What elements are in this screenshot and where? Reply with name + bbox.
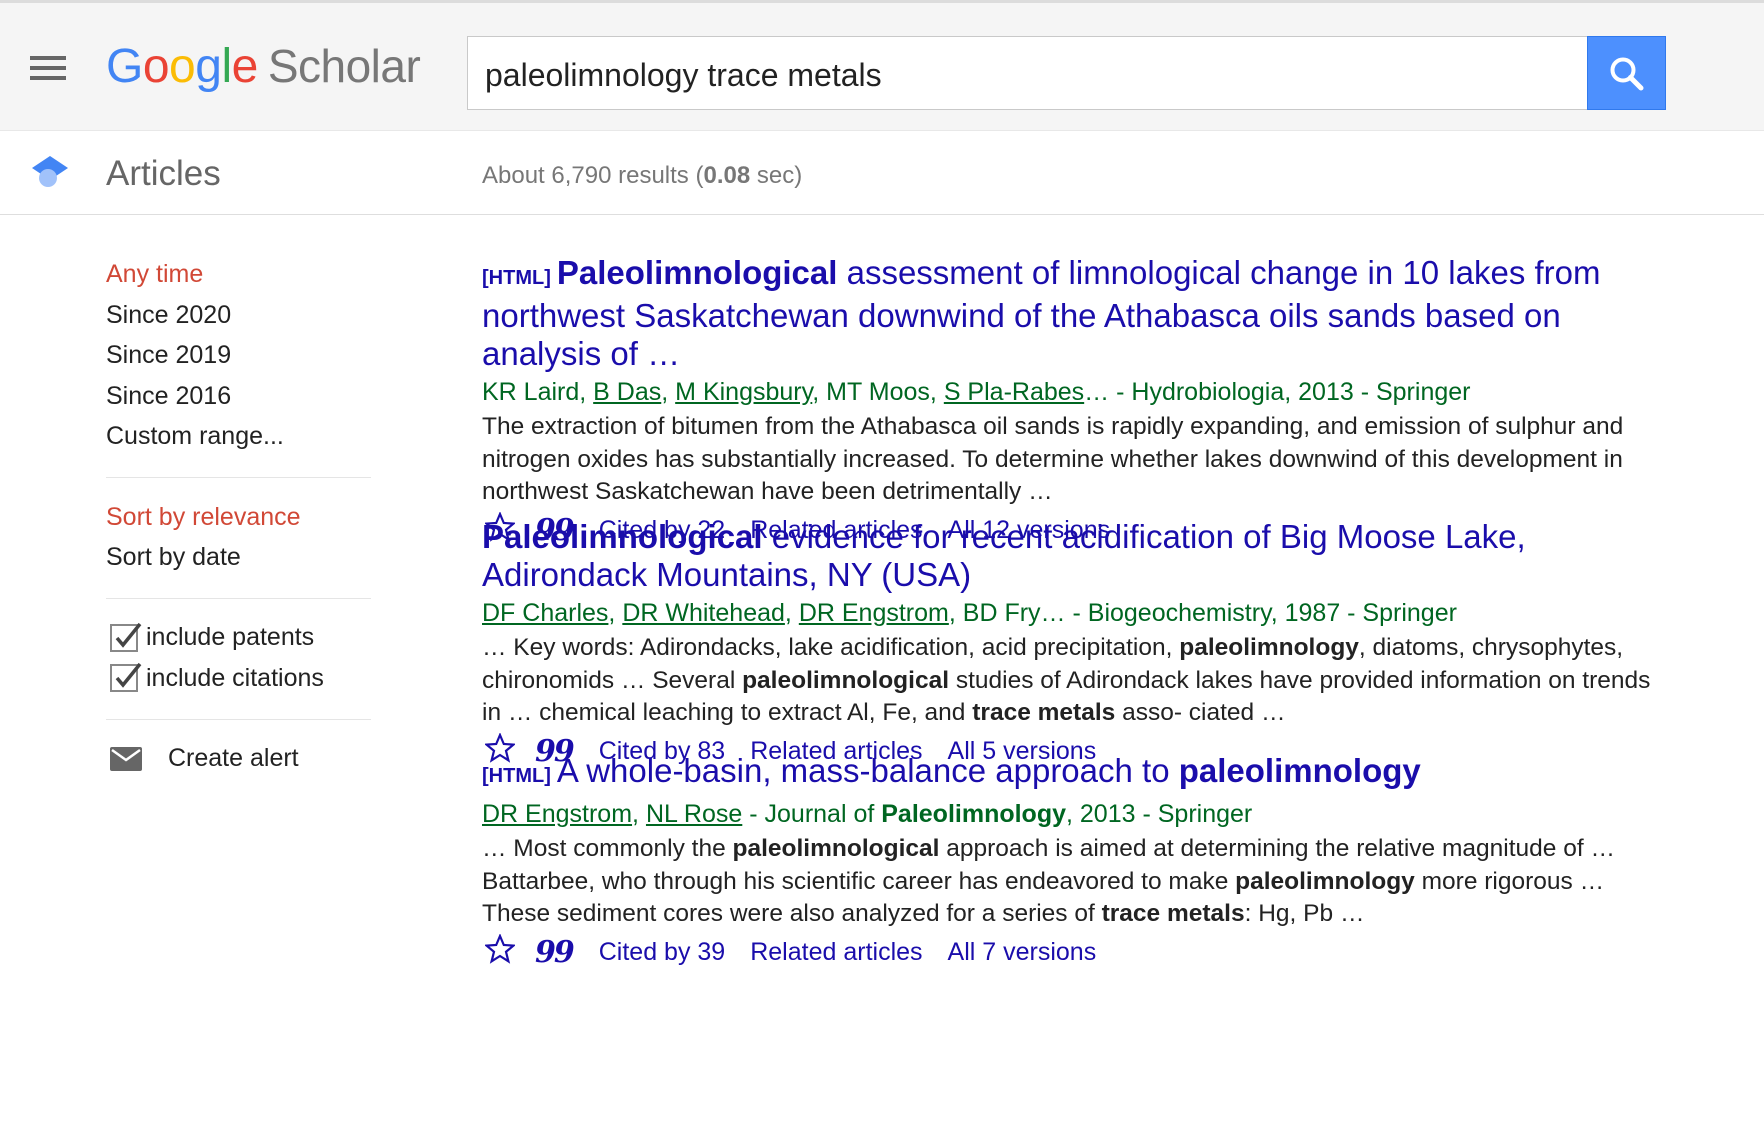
header-bar: Google Scholar paleolimnology trace metal…: [0, 3, 1764, 131]
result-authors-source: DF Charles, DR Whitehead, DR Engstrom, B…: [482, 599, 1457, 627]
result-snippet: … Key words: Adirondacks, lake acidifica…: [482, 632, 1662, 730]
result-title-link[interactable]: [HTML] Paleolimnological assessment of li…: [482, 254, 1662, 373]
result-title-link[interactable]: Paleolimnological evidence for recent ac…: [482, 518, 1662, 594]
filter-since-2020[interactable]: Since 2020: [106, 295, 371, 336]
author-link[interactable]: DR Engstrom: [799, 599, 949, 627]
snippet-text: asso- ciated …: [1115, 699, 1286, 726]
stats-prefix: About 6,790 results (: [482, 162, 704, 189]
format-tag: [HTML]: [482, 765, 551, 787]
logo-scholar-word: Scholar: [267, 40, 421, 92]
source-text: - Journal of: [742, 800, 882, 828]
result-authors-source: KR Laird, B Das, M Kingsbury, MT Moos, S…: [482, 378, 1471, 406]
hamburger-menu-icon[interactable]: [28, 53, 68, 83]
cite-quote-icon[interactable]: 99: [535, 935, 575, 970]
create-alert-label: Create alert: [168, 744, 299, 772]
snippet-text: … Most commonly the: [482, 835, 733, 862]
save-star-icon[interactable]: [483, 933, 517, 971]
snippet-highlight: paleolimnological: [732, 835, 940, 862]
snippet-highlight: paleolimnology: [1235, 867, 1415, 895]
stats-time: 0.08: [703, 162, 751, 189]
filter-sidebar: Any time Since 2020 Since 2019 Since 201…: [106, 254, 371, 779]
title-highlight: Paleolimnological: [482, 518, 763, 555]
source-text: … - Hydrobiologia, 2013 - Springer: [1084, 378, 1471, 406]
result-snippet: … Most commonly the paleolimnological ap…: [482, 833, 1662, 931]
snippet-highlight: trace metals: [972, 699, 1116, 726]
search-icon: [1610, 57, 1644, 91]
filter-custom-range[interactable]: Custom range...: [106, 416, 371, 457]
sub-header: Articles About 6,790 results (0.08 sec): [0, 132, 1764, 215]
result-authors-source: DR Engstrom, NL Rose - Journal of Paleol…: [482, 800, 1253, 828]
snippet-text: : Hg, Pb …: [1244, 900, 1365, 927]
divider: [106, 476, 371, 478]
stats-suffix: sec): [750, 162, 803, 189]
checkbox-checked-icon[interactable]: [110, 663, 142, 693]
logo-letter: l: [221, 40, 232, 93]
search-button[interactable]: [1587, 36, 1666, 110]
source-text: … - Biogeochemistry, 1987 - Springer: [1040, 599, 1457, 627]
checkbox-checked-icon[interactable]: [110, 622, 142, 652]
author-name: BD Fry: [962, 599, 1041, 627]
author-name: KR Laird: [482, 378, 580, 406]
section-label: Articles: [106, 154, 221, 193]
snippet-highlight: paleolimnology: [1179, 634, 1359, 661]
logo-letter: o: [142, 40, 170, 93]
author-link[interactable]: DR Whitehead: [622, 599, 785, 627]
envelope-icon: [110, 746, 142, 771]
sort-by-date[interactable]: Sort by date: [106, 537, 371, 578]
filter-since-2016[interactable]: Since 2016: [106, 376, 371, 417]
title-highlight: paleolimnology: [1178, 752, 1421, 789]
author-link[interactable]: M Kingsbury: [675, 378, 812, 406]
logo-letter: o: [169, 40, 196, 93]
related-articles-link[interactable]: Related articles: [750, 938, 922, 967]
result-item: [HTML] Paleolimnological assessment of li…: [482, 254, 1662, 551]
all-versions-link[interactable]: All 7 versions: [948, 938, 1097, 967]
search-input[interactable]: paleolimnology trace metals: [467, 36, 1589, 110]
filter-any-time[interactable]: Any time: [106, 254, 371, 295]
include-patents-label: include patents: [146, 623, 315, 652]
author-link[interactable]: NL Rose: [646, 800, 742, 828]
result-stats: About 6,790 results (0.08 sec): [482, 162, 802, 190]
filter-since-2019[interactable]: Since 2019: [106, 335, 371, 376]
snippet-highlight: paleolimnological: [742, 666, 950, 694]
include-citations-toggle[interactable]: include citations: [106, 658, 371, 699]
format-tag: [HTML]: [482, 267, 551, 289]
result-actions: 99 Cited by 39 Related articles All 7 ve…: [482, 933, 1662, 973]
graduation-cap-icon: [30, 154, 70, 195]
author-link[interactable]: DR Engstrom: [482, 800, 632, 828]
logo-letter: G: [106, 40, 143, 93]
divider: [106, 597, 371, 599]
title-highlight: Paleolimnological: [556, 254, 838, 291]
logo-letter: g: [195, 40, 222, 93]
result-item: [HTML] A whole-basin, mass-balance approa…: [482, 752, 1662, 973]
author-link[interactable]: B Das: [593, 378, 661, 406]
source-highlight: Paleolimnology: [881, 800, 1067, 828]
source-text: , 2013 - Springer: [1066, 800, 1253, 828]
sort-by-relevance[interactable]: Sort by relevance: [106, 497, 371, 538]
title-text: A whole-basin, mass-balance approach to: [556, 752, 1179, 789]
google-scholar-logo[interactable]: Google Scholar: [106, 39, 421, 99]
include-citations-label: include citations: [146, 663, 324, 692]
cited-by-link[interactable]: Cited by 39: [599, 938, 725, 967]
create-alert-button[interactable]: Create alert: [106, 739, 371, 779]
result-item: Paleolimnological evidence for recent ac…: [482, 518, 1662, 772]
author-link[interactable]: S Pla-Rabes: [944, 378, 1084, 406]
snippet-highlight: trace metals: [1101, 900, 1245, 927]
include-patents-toggle[interactable]: include patents: [106, 618, 371, 659]
snippet-text: … Key words: Adirondacks, lake acidifica…: [482, 634, 1180, 661]
author-link[interactable]: DF Charles: [482, 599, 608, 627]
result-title-link[interactable]: [HTML] A whole-basin, mass-balance approa…: [482, 752, 1662, 795]
divider: [106, 718, 371, 720]
result-snippet: The extraction of bitumen from the Athab…: [482, 413, 1624, 505]
author-name: MT Moos: [826, 378, 930, 406]
logo-letter: e: [231, 40, 259, 93]
